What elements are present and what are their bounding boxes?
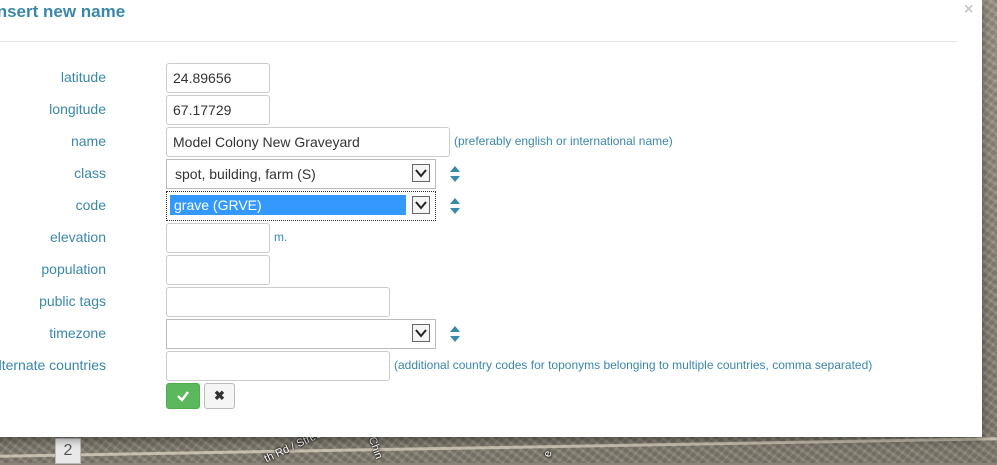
population-input[interactable] (166, 255, 270, 285)
sort-arrows-icon[interactable] (449, 325, 461, 343)
map-marker-badge[interactable]: 2 (55, 438, 81, 464)
latitude-row: latitude 24.89656 (0, 63, 960, 93)
timezone-row: timezone (0, 319, 960, 349)
timezone-select[interactable] (166, 319, 436, 349)
insert-name-modal: Insert new name × latitude 24.89656 long… (0, 0, 982, 437)
name-input[interactable]: Model Colony New Graveyard (166, 127, 450, 157)
longitude-label: longitude (49, 101, 106, 117)
sort-arrows-icon[interactable] (449, 197, 461, 215)
class-label: class (74, 165, 106, 181)
elevation-unit: m. (274, 230, 288, 244)
public-tags-input[interactable] (166, 287, 390, 317)
name-row: name Model Colony New Graveyard (prefera… (0, 127, 960, 157)
alternate-countries-input[interactable] (166, 351, 390, 381)
code-row: code grave (GRVE) (0, 191, 960, 221)
elevation-input[interactable] (166, 223, 270, 253)
latitude-input[interactable]: 24.89656 (166, 63, 270, 93)
class-select[interactable]: spot, building, farm (S) (166, 159, 436, 189)
chevron-down-icon[interactable] (412, 324, 430, 342)
modal-header: Insert new name × (0, 0, 973, 42)
elevation-label: elevation (49, 229, 106, 245)
check-icon (177, 391, 189, 402)
alternate-countries-hint: (additional country codes for toponyms b… (394, 358, 873, 372)
timezone-label: timezone (49, 325, 106, 341)
close-icon: ✖ (214, 388, 225, 403)
submit-button[interactable] (166, 383, 200, 409)
code-select-value: grave (GRVE) (170, 195, 406, 215)
modal-title: Insert new name (0, 2, 126, 21)
close-button[interactable]: × (964, 1, 973, 19)
map-label-c: e (541, 449, 555, 459)
cancel-button[interactable]: ✖ (204, 383, 235, 409)
sort-arrows-icon[interactable] (449, 165, 461, 183)
elevation-row: elevation m. (0, 223, 960, 253)
longitude-input[interactable]: 67.17729 (166, 95, 270, 125)
alternate-countries-row: alternate countries (additional country … (0, 351, 960, 381)
chevron-down-icon[interactable] (412, 196, 430, 214)
public-tags-row: public tags (0, 287, 960, 317)
population-label: population (41, 261, 106, 277)
name-label: name (70, 133, 106, 149)
longitude-row: longitude 67.17729 (0, 95, 960, 125)
alternate-countries-label: alternate countries (0, 357, 106, 373)
map-road (0, 437, 997, 458)
form-buttons: ✖ (0, 383, 960, 413)
name-hint: (preferably english or international nam… (454, 134, 673, 148)
class-select-value: spot, building, farm (S) (175, 166, 316, 182)
population-row: population (0, 255, 960, 285)
class-row: class spot, building, farm (S) (0, 159, 960, 189)
code-label: code (75, 197, 106, 213)
code-select[interactable]: grave (GRVE) (166, 191, 436, 221)
map-label-b: Chin (365, 435, 385, 461)
public-tags-label: public tags (39, 293, 106, 309)
chevron-down-icon[interactable] (412, 164, 430, 182)
latitude-label: latitude (60, 69, 106, 85)
